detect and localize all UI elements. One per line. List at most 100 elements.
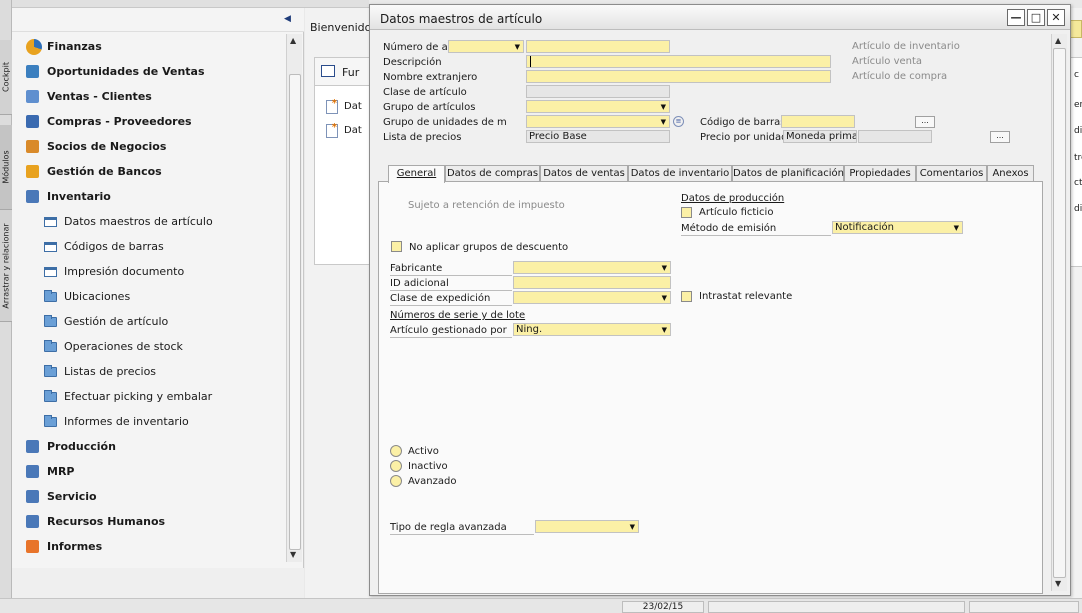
clase-expedicion-dropdown[interactable] [513,291,671,304]
codigo-barras-input[interactable] [781,115,855,128]
menu-item-label: Finanzas [47,40,102,53]
menu-item-label: Listas de precios [64,365,157,378]
uom-info-icon[interactable]: ≡ [673,116,684,127]
reports-icon [26,540,39,553]
tab-datos-ventas[interactable]: Datos de ventas [540,165,628,182]
codigo-barras-browse-button[interactable]: ... [915,116,935,128]
cockpit-row[interactable]: Dat [321,98,371,116]
no-aplicar-descuento-label: No aplicar grupos de descuento [409,242,569,253]
grupo-articulos-dropdown[interactable] [526,100,670,113]
scroll-down-icon[interactable]: ▼ [290,550,296,559]
moneda-field: Moneda primaria [783,130,857,143]
menu-item[interactable]: Compras - Proveedores [12,109,286,134]
finance-pie-icon [26,39,42,55]
menu-item[interactable]: Producción [12,434,286,459]
tipo-regla-underline [390,534,534,535]
tipo-regla-dropdown[interactable] [535,520,639,533]
minimize-button[interactable]: — [1007,9,1025,26]
numero-series-dropdown[interactable] [448,40,524,53]
human-resources-icon [26,515,39,528]
side-tab-cockpit[interactable]: Cockpit [0,40,12,115]
menu-footer [12,568,304,598]
dialog-scroll-thumb[interactable] [1053,48,1066,578]
clase-articulo-field [526,85,670,98]
tab-general[interactable]: General [388,165,445,183]
menu-item[interactable]: Informes de inventario [12,409,286,434]
fabricante-dropdown[interactable] [513,261,671,274]
menu-item[interactable]: Oportunidades de Ventas [12,59,286,84]
status-cell [708,601,965,613]
status-activo-label: Activo [408,446,439,457]
menu-item[interactable]: Inventario [12,184,286,209]
menu-scrollbar[interactable]: ▲ ▼ [286,34,302,562]
status-inactivo-radio[interactable] [390,460,402,472]
nombre-extranjero-input[interactable] [526,70,831,83]
menu-item[interactable]: Listas de precios [12,359,286,384]
tipo-regla-label: Tipo de regla avanzada [390,522,507,533]
menu-item[interactable]: Finanzas [12,34,286,59]
menu-item[interactable]: Ubicaciones [12,284,286,309]
scroll-down-icon[interactable]: ▼ [1055,579,1061,588]
menu-item-label: Compras - Proveedores [47,115,192,128]
close-button[interactable]: ✕ [1047,9,1065,26]
lista-precios-label: Lista de precios [383,132,462,143]
menu-item[interactable]: Códigos de barras [12,234,286,259]
tab-anexos[interactable]: Anexos [987,165,1034,182]
menu-item[interactable]: Gestión de artículo [12,309,286,334]
tab-comentarios[interactable]: Comentarios [916,165,987,182]
menu-header: ◀ [12,8,304,32]
maximize-button[interactable]: □ [1027,9,1045,26]
side-tab-arrastrar[interactable]: Arrastrar y relacionar [0,210,12,322]
production-icon [26,440,39,453]
menu-item[interactable]: Operaciones de stock [12,334,286,359]
menu-item[interactable]: Datos maestros de artículo [12,209,286,234]
menu-item-label: Impresión documento [64,265,185,278]
cockpit-row[interactable]: Dat [321,122,371,140]
id-adicional-input[interactable] [513,276,671,289]
tab-datos-inventario[interactable]: Datos de inventario [628,165,732,182]
menu-item[interactable]: Gestión de Bancos [12,159,286,184]
grupo-articulos-label: Grupo de artículos [383,102,476,113]
articulo-ficticio-checkbox[interactable] [681,207,692,218]
menu-item[interactable]: Servicio [12,484,286,509]
descripcion-input[interactable] [526,55,831,68]
tab-datos-compras[interactable]: Datos de compras [445,165,540,182]
menu-item[interactable]: Impresión documento [12,259,286,284]
tab-datos-planificacion[interactable]: Datos de planificación [732,165,844,182]
menu-item-label: MRP [47,465,75,478]
numero-input[interactable] [526,40,670,53]
intrastat-checkbox[interactable] [681,291,692,302]
side-tab-modulos[interactable]: Módulos [0,125,12,210]
fabricante-label: Fabricante [390,263,443,274]
menu-item[interactable]: Ventas - Clientes [12,84,286,109]
menu-item[interactable]: Socios de Negocios [12,134,286,159]
menu-item-label: Operaciones de stock [64,340,183,353]
menu-item[interactable]: MRP [12,459,286,484]
dialog-scrollbar[interactable]: ▲ ▼ [1051,34,1067,591]
metodo-emision-label: Método de emisión [681,223,777,234]
item-master-dialog: Datos maestros de artículo — □ ✕ Número … [369,4,1071,596]
gestionado-dropdown[interactable]: Ning. [513,323,671,336]
status-avanzado-radio[interactable] [390,475,402,487]
menu-item[interactable]: Recursos Humanos [12,509,286,534]
menu-item-label: Informes [47,540,103,553]
no-aplicar-descuento-checkbox[interactable] [391,241,402,252]
bank-icon [26,165,39,178]
metodo-emision-dropdown[interactable]: Notificación [832,221,963,234]
scroll-up-icon[interactable]: ▲ [290,36,296,45]
collapse-menu-arrow-icon[interactable]: ◀ [284,14,291,24]
dialog-titlebar[interactable]: Datos maestros de artículo — □ ✕ [370,5,1070,30]
shopping-cart-icon [26,115,39,128]
codigo-barras-label: Código de barras [700,117,786,128]
menu-item[interactable]: Efectuar picking y embalar [12,384,286,409]
precio-unidad-label: Precio por unidad [700,132,788,143]
status-activo-radio[interactable] [390,445,402,457]
clase-expedicion-label: Clase de expedición [390,293,491,304]
grupo-unidades-dropdown[interactable] [526,115,670,128]
tab-propiedades[interactable]: Propiedades [844,165,916,182]
precio-browse-button[interactable]: ... [990,131,1010,143]
menu-item[interactable]: Informes [12,534,286,559]
scroll-up-icon[interactable]: ▲ [1055,36,1061,45]
series-lotes-heading: Números de serie y de lote [390,310,526,321]
menu-scroll-thumb[interactable] [289,74,301,550]
